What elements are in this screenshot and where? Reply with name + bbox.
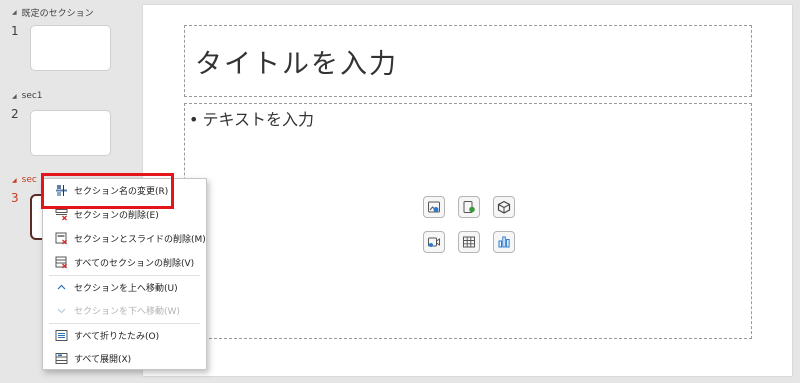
content-placeholder[interactable]: • テキストを入力 [184, 103, 752, 339]
chevron-up-icon [52, 279, 70, 295]
insert-chart-icon[interactable] [493, 231, 515, 253]
slide-number: 3 [11, 191, 19, 205]
menu-item-label: すべてのセクションの削除(V) [74, 258, 195, 269]
section-header-default[interactable]: ◢ 既定のセクション [12, 6, 94, 19]
slide-number: 1 [11, 24, 19, 38]
insert-table-icon[interactable] [458, 231, 480, 253]
insert-icons-icon[interactable] [458, 196, 480, 218]
slide-canvas: タイトルを入力 • テキストを入力 [143, 5, 792, 376]
menu-item-label: セクションを上へ移動(U) [74, 283, 178, 294]
menu-item-collapse-all[interactable]: すべて折りたたみ(O) [43, 324, 206, 346]
title-placeholder[interactable]: タイトルを入力 [184, 25, 752, 97]
body-placeholder-label: テキストを入力 [202, 110, 314, 129]
collapse-triangle-icon[interactable]: ◢ [12, 177, 17, 184]
section-header-sec1[interactable]: ◢ sec1 [12, 91, 43, 101]
menu-item-delete-section-and-slides[interactable]: セクションとスライドの削除(M) [43, 227, 206, 249]
menu-item-label: すべて折りたたみ(O) [74, 331, 160, 342]
menu-item-label: すべて展開(X) [74, 354, 132, 365]
menu-item-label: セクションを下へ移動(W) [74, 306, 180, 317]
delete-section-slides-icon [52, 230, 70, 246]
insert-3d-model-icon[interactable] [493, 196, 515, 218]
section-label: sec1 [21, 91, 43, 101]
delete-all-sections-icon [52, 254, 70, 270]
section-header-sec[interactable]: ◢ sec [12, 175, 37, 185]
menu-item-expand-all[interactable]: すべて展開(X) [43, 347, 206, 369]
chevron-down-icon [52, 302, 70, 318]
section-label: 既定のセクション [21, 9, 94, 19]
menu-item-move-section-up[interactable]: セクションを上へ移動(U) [43, 276, 206, 298]
slide-number: 2 [11, 107, 19, 121]
collapse-triangle-icon[interactable]: ◢ [12, 9, 17, 16]
expand-all-icon [52, 350, 70, 366]
menu-item-move-section-down: セクションを下へ移動(W) [43, 299, 206, 321]
collapse-all-icon [52, 327, 70, 343]
slide-thumbnail-1[interactable] [30, 25, 111, 71]
title-placeholder-text: タイトルを入力 [195, 48, 398, 80]
slide-edit-area: タイトルを入力 • テキストを入力 [131, 0, 800, 383]
bullet: • [189, 110, 199, 129]
insert-video-icon[interactable] [423, 231, 445, 253]
section-label: sec [21, 175, 37, 185]
menu-item-label: セクションの削除(E) [74, 210, 159, 221]
insert-picture-icon[interactable] [423, 196, 445, 218]
highlight-box [41, 173, 174, 209]
collapse-triangle-icon[interactable]: ◢ [12, 93, 17, 100]
menu-item-delete-all-sections[interactable]: すべてのセクションの削除(V) [43, 251, 206, 273]
menu-item-label: セクションとスライドの削除(M) [74, 234, 206, 245]
slide-thumbnail-2[interactable] [30, 110, 111, 156]
body-placeholder-text: • テキストを入力 [189, 106, 314, 130]
